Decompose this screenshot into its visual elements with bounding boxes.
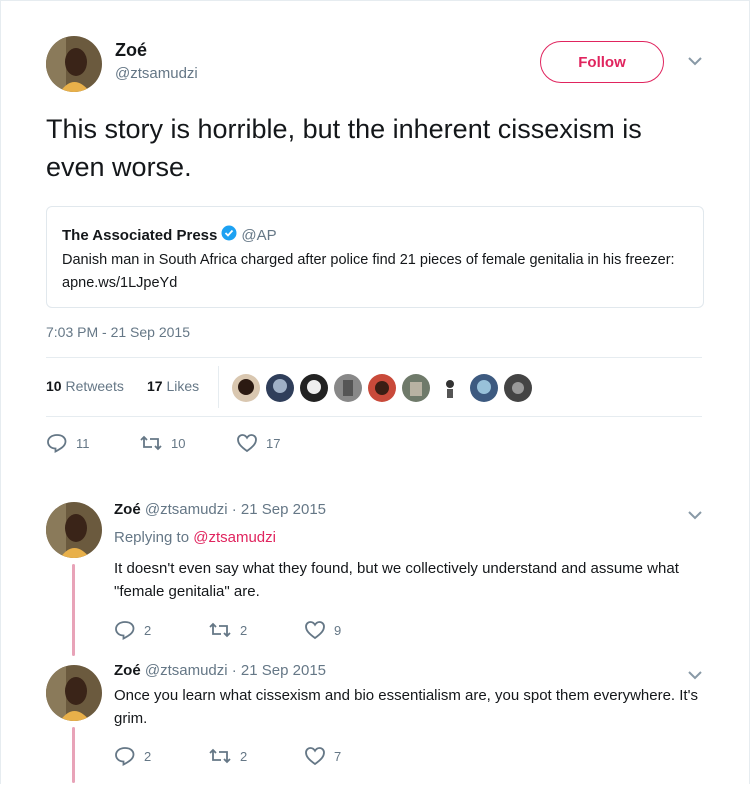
- reply-action[interactable]: 11: [46, 433, 90, 453]
- liker-avatar[interactable]: [368, 374, 396, 402]
- retweets-stat[interactable]: 10 Retweets: [46, 378, 124, 394]
- reply-header: Zoé @ztsamudzi · 21 Sep 2015: [114, 662, 326, 679]
- tweet-timestamp[interactable]: 7:03 PM - 21 Sep 2015: [46, 324, 190, 340]
- reply-menu-chevron-icon[interactable]: [687, 508, 703, 526]
- follow-button[interactable]: Follow: [540, 41, 664, 83]
- reply-count: 2: [144, 748, 152, 764]
- retweet-count: 2: [240, 748, 248, 764]
- verified-badge-icon: [221, 225, 237, 245]
- retweet-icon: [209, 622, 231, 638]
- liker-avatar[interactable]: [504, 374, 532, 402]
- stats-divider: [218, 366, 219, 408]
- retweet-action[interactable]: 10: [139, 433, 185, 453]
- divider: [46, 416, 702, 417]
- reply-avatar[interactable]: [46, 502, 102, 558]
- reply-author-name[interactable]: Zoé: [114, 501, 141, 518]
- author-name[interactable]: Zoé: [115, 40, 147, 61]
- reply-meta[interactable]: @ztsamudzi · 21 Sep 2015: [145, 662, 326, 679]
- reply-text: Once you learn what cissexism and bio es…: [114, 687, 698, 727]
- heart-icon: [305, 621, 325, 640]
- liker-avatar[interactable]: [470, 374, 498, 402]
- liker-avatar[interactable]: [402, 374, 430, 402]
- heart-icon: [305, 747, 325, 766]
- retweet-action[interactable]: 2: [208, 746, 247, 766]
- reply-action[interactable]: 2: [114, 620, 151, 640]
- retweets-label: Retweets: [65, 378, 124, 394]
- quoted-tweet-header: The Associated Press @AP: [62, 225, 277, 245]
- thread-line: [72, 727, 75, 783]
- reply-meta[interactable]: @ztsamudzi · 21 Sep 2015: [145, 501, 326, 518]
- reply-author-name[interactable]: Zoé: [114, 662, 141, 679]
- author-avatar-image: [46, 36, 102, 92]
- like-action[interactable]: 17: [236, 433, 280, 453]
- quoted-author-name[interactable]: The Associated Press: [62, 227, 217, 244]
- reply-count: 11: [76, 435, 90, 451]
- reply-text: It doesn't even say what they found, but…: [114, 560, 679, 600]
- reply-icon: [115, 747, 135, 766]
- quoted-tweet-text: Danish man in South Africa charged after…: [62, 252, 675, 291]
- author-avatar[interactable]: [46, 36, 102, 92]
- like-action[interactable]: 9: [304, 620, 341, 640]
- retweet-icon: [140, 435, 162, 451]
- liker-avatar[interactable]: [334, 374, 362, 402]
- liker-avatar[interactable]: [436, 374, 464, 402]
- replying-to-label: Replying to: [114, 529, 190, 546]
- tweet-text: This story is horrible, but the inherent…: [46, 114, 642, 182]
- reply-icon: [47, 434, 67, 453]
- like-count: 7: [334, 748, 342, 764]
- liker-avatars: [232, 374, 538, 402]
- reply-avatar[interactable]: [46, 665, 102, 721]
- likes-stat[interactable]: 17 Likes: [147, 378, 199, 394]
- reply-icon: [115, 621, 135, 640]
- reply-header: Zoé @ztsamudzi · 21 Sep 2015: [114, 501, 326, 518]
- likes-count: 17: [147, 378, 163, 394]
- retweets-count: 10: [46, 378, 62, 394]
- author-handle[interactable]: @ztsamudzi: [115, 65, 198, 82]
- like-action[interactable]: 7: [304, 746, 341, 766]
- liker-avatar[interactable]: [300, 374, 328, 402]
- like-count: 9: [334, 622, 342, 638]
- liker-avatar[interactable]: [266, 374, 294, 402]
- reply-action[interactable]: 2: [114, 746, 151, 766]
- reply-count: 2: [144, 622, 152, 638]
- retweet-icon: [209, 748, 231, 764]
- likes-label: Likes: [166, 378, 200, 394]
- replying-to: Replying to @ztsamudzi: [114, 529, 276, 546]
- retweet-count: 2: [240, 622, 248, 638]
- like-count: 17: [266, 435, 281, 451]
- divider: [46, 357, 702, 358]
- quoted-author-handle[interactable]: @AP: [241, 227, 276, 244]
- thread-line: [72, 564, 75, 656]
- quoted-tweet[interactable]: The Associated Press @AP Danish man in S…: [46, 206, 704, 308]
- tweet-menu-chevron-icon[interactable]: [687, 54, 703, 72]
- replying-to-handle[interactable]: @ztsamudzi: [193, 529, 276, 546]
- heart-icon: [237, 434, 257, 453]
- liker-avatar[interactable]: [232, 374, 260, 402]
- retweet-action[interactable]: 2: [208, 620, 247, 640]
- retweet-count: 10: [171, 435, 186, 451]
